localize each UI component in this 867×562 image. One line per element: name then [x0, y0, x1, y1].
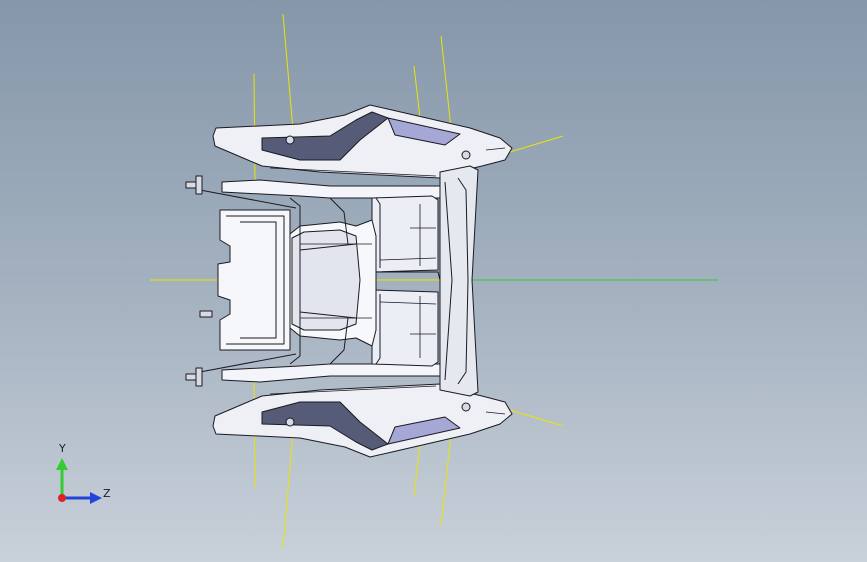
bolt-upper-head [195, 175, 203, 195]
coordinate-triad [56, 458, 102, 504]
housing-upper [371, 195, 439, 273]
graphics-viewport[interactable]: Y Z [0, 0, 867, 562]
cad-model-view[interactable] [0, 0, 867, 562]
housing-lower [371, 289, 439, 367]
sheet-metal-part[interactable] [185, 104, 513, 458]
lower-rail [221, 363, 441, 383]
reference-line-right-lower [509, 409, 564, 427]
left-bracket [217, 209, 291, 351]
right-end-face [439, 165, 479, 397]
hole-upper-right [461, 150, 471, 160]
upper-rail [221, 179, 441, 199]
reference-line-upper-mid [413, 65, 421, 119]
bolt-middle [199, 310, 213, 318]
hole-lower-right [461, 402, 471, 412]
triad-z-arrow [90, 492, 102, 504]
reference-line-lower-left-a [282, 431, 294, 549]
triad-y-arrow [56, 458, 68, 470]
bolt-lower-head [195, 367, 203, 387]
reference-line-lower-mid [413, 443, 421, 497]
reference-line-lower-right [440, 433, 452, 527]
stud-lower [285, 417, 295, 427]
triad-z-label: Z [103, 487, 111, 500]
triad-origin [58, 494, 66, 502]
reference-line-upper-right [440, 35, 452, 129]
reference-line-upper-left-a [282, 13, 294, 131]
reference-line-right-upper [509, 135, 564, 153]
triad-y-label: Y [59, 442, 66, 455]
stud-upper [285, 135, 295, 145]
